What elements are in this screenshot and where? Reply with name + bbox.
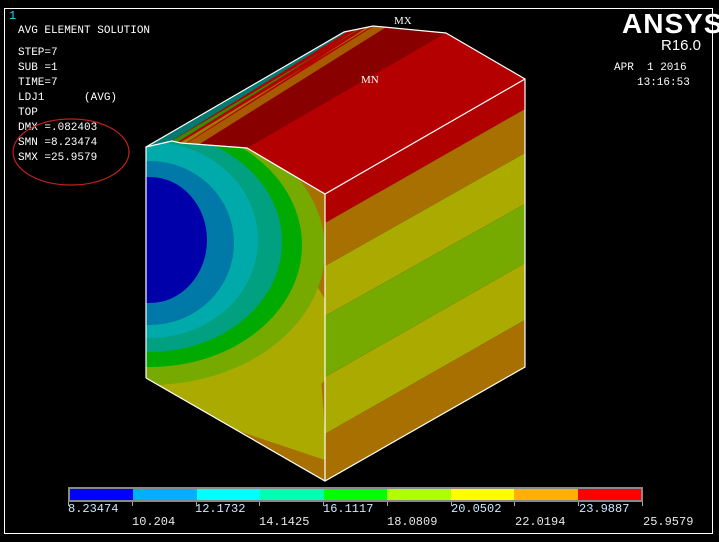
legend-tick (323, 502, 325, 506)
legend-swatch (133, 489, 197, 500)
legend-tick (131, 502, 133, 506)
legend-tick (642, 502, 643, 506)
legend-tick (514, 502, 516, 506)
legend-label: 23.9887 (579, 502, 630, 516)
legend-swatch (323, 489, 388, 500)
legend-swatch (577, 489, 641, 500)
legend-swatch (450, 489, 515, 500)
legend-label: 10.204 (132, 515, 176, 529)
left-face (146, 141, 325, 481)
legend-swatch (387, 489, 451, 500)
min-marker: MN (361, 74, 379, 86)
legend-label: 22.0194 (515, 515, 566, 529)
legend-label: 18.0809 (387, 515, 438, 529)
max-marker: MX (394, 15, 412, 27)
legend-label: 14.1425 (259, 515, 310, 529)
legend-label: 25.9579 (643, 515, 694, 529)
legend-tick (195, 502, 197, 506)
contour-model-view[interactable]: MX MN (0, 0, 719, 542)
legend-tick (68, 502, 69, 506)
legend-label: 8.23474 (68, 502, 119, 516)
legend-tick (450, 502, 452, 506)
legend-tick (259, 502, 261, 506)
legend-swatch (260, 489, 324, 500)
legend-swatch (196, 489, 261, 500)
legend-tick (578, 502, 580, 506)
highlight-circle-annotation (12, 118, 130, 186)
legend-swatch (514, 489, 578, 500)
legend-tick (386, 502, 388, 506)
contour-legend-bar (68, 487, 643, 502)
legend-label: 12.1732 (195, 502, 246, 516)
legend-swatch (70, 489, 134, 500)
legend-label: 16.1117 (323, 502, 374, 516)
legend-label: 20.0502 (451, 502, 502, 516)
